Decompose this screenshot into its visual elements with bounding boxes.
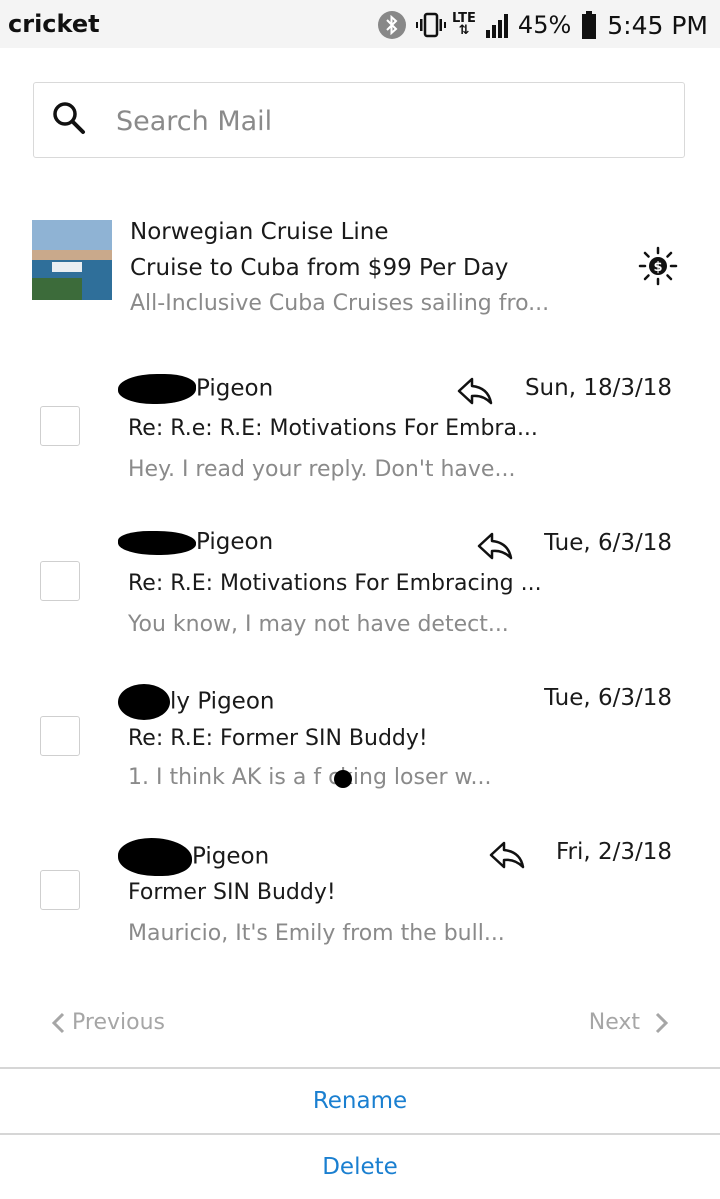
sender-label: Pigeon: [196, 529, 274, 555]
chevron-left-icon: [51, 1012, 65, 1033]
redaction-mark: [118, 374, 196, 404]
divider: [0, 1133, 720, 1135]
message-preview: 1. I think AK is a f cking loser w...: [128, 765, 492, 790]
sender-name: Pigeon: [118, 374, 273, 404]
divider: [0, 1067, 720, 1069]
previous-label: Previous: [72, 1010, 165, 1035]
message-subject: Re: R.e: R.E: Motivations For Embra...: [128, 416, 538, 441]
battery-percent: 45%: [517, 11, 572, 39]
replied-icon: [489, 841, 525, 869]
sender-label: Pigeon: [192, 843, 270, 870]
message-date: Tue, 6/3/18: [544, 685, 672, 711]
select-checkbox[interactable]: [40, 870, 80, 910]
message-date: Fri, 2/3/18: [555, 839, 672, 865]
lte-indicator: LTE ⇅: [452, 11, 476, 38]
mail-list-item[interactable]: Pigeon Tue, 6/3/18 Re: R.E: Motivations …: [0, 515, 720, 665]
ad-subject: Cruise to Cuba from $99 Per Day: [130, 255, 509, 281]
message-subject: Re: R.E: Motivations For Embracing ...: [128, 571, 542, 596]
sender-label: Pigeon: [196, 375, 274, 402]
network-label: LTE: [452, 11, 476, 26]
clock: 5:45 PM: [607, 10, 708, 40]
redaction-mark: [334, 770, 352, 788]
sender-name: Pigeon: [118, 838, 269, 876]
mail-list-item[interactable]: Pigeon Sun, 18/3/18 Re: R.e: R.E: Motiva…: [0, 360, 720, 510]
select-checkbox[interactable]: [40, 561, 80, 601]
sponsored-ad[interactable]: Norwegian Cruise Line Cruise to Cuba fro…: [32, 210, 692, 320]
rename-button[interactable]: Rename: [0, 1088, 720, 1114]
ad-sender: Norwegian Cruise Line: [130, 219, 389, 245]
next-label: Next: [588, 1010, 640, 1035]
search-icon: [53, 102, 85, 134]
redaction-mark: [118, 838, 192, 876]
sender-label: ly Pigeon: [170, 688, 275, 715]
previous-page-button[interactable]: Previous: [50, 1010, 165, 1035]
search-bar[interactable]: [33, 82, 685, 158]
sponsored-dollar-icon[interactable]: $: [638, 246, 678, 290]
message-preview: Hey. I read your reply. Don't have...: [128, 457, 516, 482]
mail-list-item[interactable]: Pigeon Fri, 2/3/18 Former SIN Buddy! Mau…: [0, 824, 720, 974]
ad-preview: All-Inclusive Cuba Cruises sailing fro..…: [130, 291, 550, 316]
status-bar: cricket LTE ⇅ 45% 5:45 PM: [0, 0, 720, 48]
status-icons: LTE ⇅ 45% 5:45 PM: [378, 8, 708, 42]
carrier-name: cricket: [8, 10, 100, 38]
select-checkbox[interactable]: [40, 716, 80, 756]
message-date: Tue, 6/3/18: [544, 530, 672, 556]
message-preview: You know, I may not have detect...: [128, 612, 509, 637]
ad-thumbnail: [32, 220, 112, 300]
search-input[interactable]: [114, 99, 658, 143]
sender-name: Pigeon: [118, 529, 273, 555]
mail-list-item[interactable]: ly Pigeon Tue, 6/3/18 Re: R.E: Former SI…: [0, 670, 720, 820]
replied-icon: [477, 532, 513, 560]
message-date: Sun, 18/3/18: [524, 375, 672, 401]
message-subject: Re: R.E: Former SIN Buddy!: [128, 726, 428, 751]
chevron-right-icon: [655, 1012, 669, 1033]
message-subject: Former SIN Buddy!: [128, 880, 336, 905]
redaction-mark: [118, 530, 196, 555]
delete-button[interactable]: Delete: [0, 1154, 720, 1180]
replied-icon: [457, 377, 493, 405]
next-page-button[interactable]: Next: [589, 1010, 670, 1035]
message-preview: Mauricio, It's Emily from the bull...: [128, 921, 505, 946]
select-checkbox[interactable]: [40, 406, 80, 446]
svg-text:$: $: [653, 260, 662, 275]
sender-name: ly Pigeon: [118, 684, 274, 720]
ad-text: Norwegian Cruise Line Cruise to Cuba fro…: [130, 214, 630, 322]
signal-strength-icon: [485, 12, 508, 38]
battery-icon: [581, 11, 597, 39]
vibrate-icon: [416, 12, 447, 38]
redaction-mark: [118, 684, 170, 720]
bluetooth-icon: [378, 11, 407, 39]
